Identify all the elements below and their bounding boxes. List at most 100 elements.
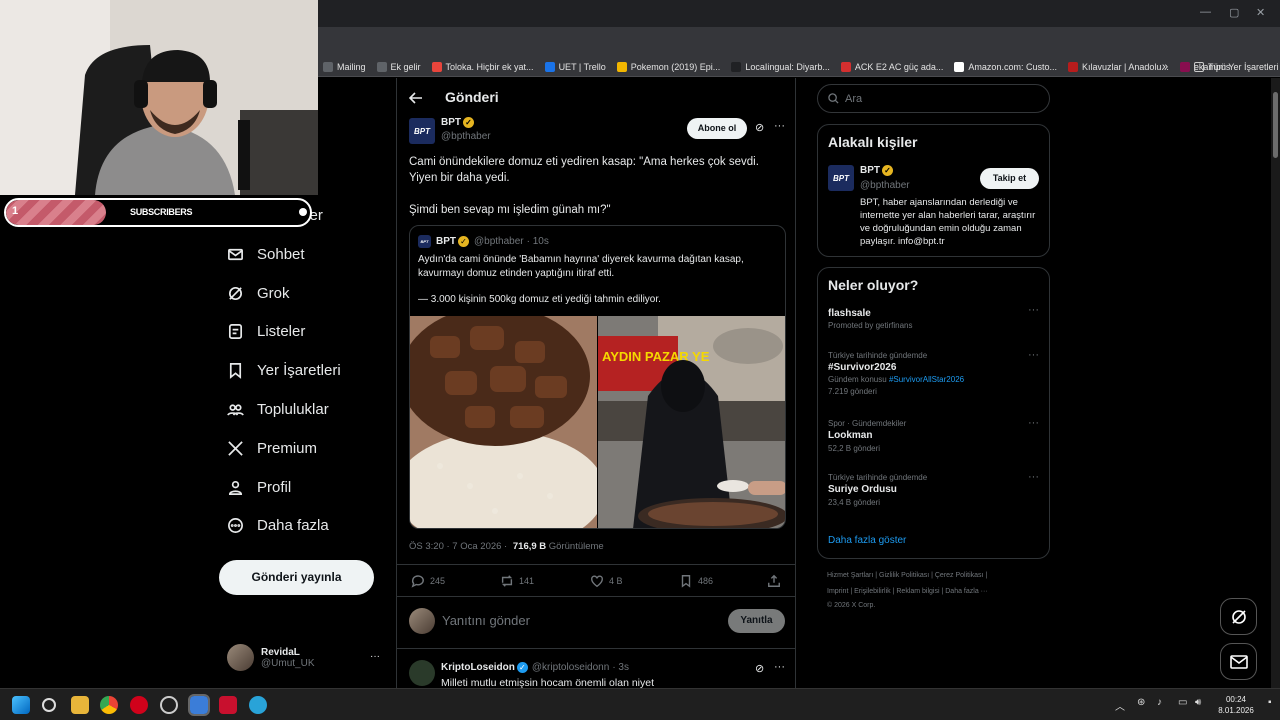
quote-text: Aydın'da cami önünde 'Babamın hayrına' d…: [418, 253, 778, 307]
close-icon[interactable]: ✕: [1256, 6, 1265, 19]
nav-item-premium[interactable]: Premium: [227, 440, 317, 457]
bookmark-item[interactable]: Kılavuzlar | Anadolu...: [1067, 61, 1169, 72]
bookmark-item[interactable]: Amazon.com: Custo...: [954, 61, 1057, 72]
footer-links-row[interactable]: Hizmet Şartları | Gizlilik Politikası | …: [827, 572, 987, 579]
communities-icon: [227, 404, 244, 416]
author-name-row[interactable]: BPT ✓: [441, 117, 474, 128]
post-text-line: Yiyen bir daha yedi.: [409, 172, 510, 184]
bookmark-item[interactable]: LocaIingual: Diyarb...: [731, 61, 830, 72]
bookmark-stat[interactable]: 486: [679, 574, 713, 588]
clock[interactable]: 00:24 8.01.2026: [1214, 694, 1258, 716]
bookmarks-more-icon[interactable]: »: [1162, 61, 1168, 73]
tray-chevron-icon[interactable]: ︿: [1115, 698, 1125, 713]
follow-button[interactable]: Takip et: [980, 168, 1039, 189]
quoted-post[interactable]: BPT BPT ✓ @bpthaber · 10s Aydın'da cami …: [409, 225, 786, 529]
nav-item-profil[interactable]: Profil: [227, 479, 291, 496]
search-input[interactable]: Ara: [817, 84, 1050, 113]
windows-start-icon[interactable]: [12, 696, 30, 714]
scrollbar-thumb[interactable]: [1273, 92, 1278, 158]
related-name-row[interactable]: BPT ✓: [860, 165, 893, 176]
trend-title: Suriye Ordusu: [828, 484, 897, 495]
quote-text-line: — 3.000 kişinin 500kg domuz eti yediği t…: [418, 294, 661, 305]
post-more-icon[interactable]: ···: [774, 661, 785, 673]
file-explorer-icon[interactable]: [71, 696, 89, 714]
network-icon[interactable]: ▭: [1178, 697, 1187, 708]
scrollbar[interactable]: [1271, 78, 1280, 688]
bookmark-item[interactable]: UET | Trello: [544, 61, 606, 72]
author-handle: @bpthaber: [441, 131, 491, 142]
telegram-icon[interactable]: [249, 696, 267, 714]
trend-title: Lookman: [828, 430, 873, 441]
next-post-handle: @kriptoloseidonn: [531, 662, 610, 673]
active-app-icon[interactable]: [188, 694, 210, 716]
maximize-icon[interactable]: ▢: [1229, 6, 1239, 19]
kavurma-photo-drawing: [410, 316, 597, 528]
trend-more-icon[interactable]: ···: [1028, 471, 1039, 483]
tray-app-icon[interactable]: ⊛: [1137, 697, 1145, 708]
reply-input[interactable]: Yanıtını gönder: [442, 613, 530, 628]
app-icon[interactable]: [219, 696, 237, 714]
nav-item-daha-fazla[interactable]: Daha fazla: [227, 517, 329, 534]
quote-author-handle: @bpthaber: [474, 236, 524, 247]
author-avatar[interactable]: BPT: [409, 118, 435, 144]
subscriber-count: 1: [12, 205, 19, 217]
next-post-author-name[interactable]: KriptoLoseidon: [441, 662, 515, 673]
trend-item[interactable]: Türkiye tarihinde gündemde #Survivor2026 G…: [828, 351, 964, 396]
notifications-icon[interactable]: ▪: [1268, 697, 1272, 708]
trend-more-icon[interactable]: ···: [1028, 304, 1039, 316]
volume-icon[interactable]: 🔊︎: [1195, 697, 1201, 708]
nav-item-sohbet[interactable]: Sohbet: [227, 246, 305, 263]
reply-stat[interactable]: 245: [411, 574, 445, 588]
bookmark-item[interactable]: Mailing: [323, 61, 366, 72]
grok-icon: [228, 286, 243, 300]
post-more-icon[interactable]: ···: [774, 120, 785, 132]
like-stat[interactable]: 4 B: [590, 574, 623, 588]
search-taskbar-icon[interactable]: [42, 698, 56, 712]
bookmark-item[interactable]: Pokemon (2019) Epi...: [616, 61, 720, 72]
trend-sub-link[interactable]: #SurvivorAllStar2026: [889, 375, 964, 384]
next-post-text: Milleti mutlu etmişsin hocam önemli olan…: [441, 677, 654, 688]
next-post-avatar[interactable]: [409, 660, 435, 686]
trend-item[interactable]: flashsale Promoted by getirfinans: [828, 306, 913, 330]
trend-item[interactable]: Türkiye tarihinde gündemde Suriye Ordusu 2…: [828, 473, 927, 507]
bookmark-item[interactable]: Ek gelir: [376, 61, 421, 72]
back-arrow-icon[interactable]: [409, 92, 423, 104]
bookmark-item[interactable]: Toloka. Hiçbir ek yat...: [431, 61, 534, 72]
trend-context: Türkiye tarihinde gündemde: [828, 351, 928, 360]
trend-item[interactable]: Spor · Gündemdekiler Lookman 52,2 B gönder…: [828, 419, 906, 453]
footer-links-row[interactable]: Imprint | Erişilebilirlik | Reklam bilgi…: [827, 588, 988, 595]
grok-explain-icon[interactable]: ⊘: [755, 662, 764, 675]
repost-stat[interactable]: 141: [500, 574, 534, 588]
kavurma-photo[interactable]: [410, 316, 597, 528]
grok-fab[interactable]: [1220, 598, 1257, 635]
minimize-icon[interactable]: —: [1200, 6, 1211, 18]
share-stat[interactable]: [767, 574, 786, 588]
related-avatar[interactable]: BPT: [828, 165, 854, 191]
nav-item-listeler[interactable]: Listeler: [227, 323, 305, 340]
reply-button[interactable]: Yanıtla: [728, 609, 785, 633]
messages-fab[interactable]: [1220, 643, 1257, 680]
nav-item-grok[interactable]: Grok: [227, 285, 290, 302]
obs-icon[interactable]: [160, 696, 178, 714]
tray-mic-icon[interactable]: ♪: [1157, 697, 1162, 708]
post-timestamp[interactable]: ÖS 3:20 · 7 Oca 2026 ·: [409, 541, 507, 552]
grok-explain-icon[interactable]: ⊘: [755, 121, 764, 134]
account-more-icon[interactable]: ···: [370, 651, 380, 662]
nav-item-topluluklar[interactable]: Topluluklar: [227, 401, 329, 418]
account-switcher[interactable]: RevidaL @Umut_UK: [227, 644, 315, 671]
post-button[interactable]: Gönderi yayınla: [219, 560, 374, 595]
opera-icon[interactable]: [130, 696, 148, 714]
mail-icon: [1229, 654, 1248, 669]
nav-item-yer-i-şaretleri[interactable]: Yer İşaretleri: [227, 362, 341, 379]
bookmark-label: UET | Trello: [558, 61, 606, 72]
trend-more-icon[interactable]: ···: [1028, 349, 1039, 361]
trend-more-icon[interactable]: ···: [1028, 417, 1039, 429]
subscribe-button[interactable]: Abone ol: [687, 118, 747, 139]
show-more-link[interactable]: Daha fazla göster: [828, 535, 906, 546]
page-title: Gönderi: [445, 89, 499, 105]
butcher-photo[interactable]: AYDIN PAZAR YE: [598, 316, 785, 528]
chrome-icon[interactable]: [100, 696, 118, 714]
quote-author-avatar: BPT: [418, 235, 431, 248]
bookmark-item[interactable]: ACK E2 AC güç ada...: [840, 61, 943, 72]
bookmark-all[interactable]: Tüm Yer İşaretleri: [1194, 61, 1279, 72]
